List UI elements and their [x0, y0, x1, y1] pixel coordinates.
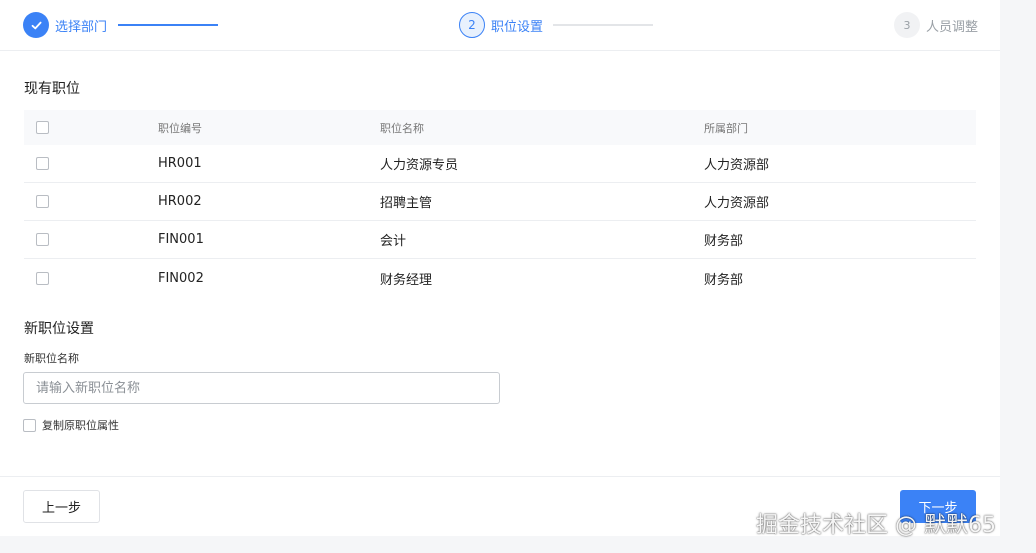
table-row: HR002 招聘主管 人力资源部 [24, 183, 976, 221]
step-connector [118, 24, 218, 26]
row-select-cell [36, 259, 49, 297]
check-icon [23, 12, 49, 38]
row-checkbox[interactable] [36, 157, 49, 170]
step-staff-adjustment: 3 人员调整 [894, 12, 978, 38]
select-all-cell [36, 110, 49, 145]
select-all-checkbox[interactable] [36, 121, 49, 134]
position-name: 财务经理 [380, 272, 433, 288]
step-number: 2 [459, 12, 485, 38]
new-position-title: 新职位设置 [24, 321, 94, 337]
position-name: 人力资源专员 [380, 158, 459, 173]
existing-positions-title: 现有职位 [24, 81, 80, 97]
new-position-name-input[interactable] [23, 372, 500, 404]
position-department: 财务部 [704, 272, 744, 288]
step-label: 人员调整 [926, 19, 979, 35]
position-name: 招聘主管 [380, 196, 433, 211]
step-indicator: 选择部门 2 职位设置 3 人员调整 [0, 0, 1000, 51]
table-row: HR001 人力资源专员 人力资源部 [24, 145, 976, 183]
step-select-department: 选择部门 [23, 12, 107, 38]
copy-attributes-option[interactable]: 复制原职位属性 [23, 417, 119, 433]
row-checkbox[interactable] [36, 195, 49, 208]
position-code: FIN001 [158, 232, 204, 247]
step-connector [553, 24, 653, 26]
position-department: 人力资源部 [704, 158, 770, 173]
position-name: 会计 [380, 234, 407, 249]
row-select-cell [36, 183, 49, 220]
position-code: FIN002 [158, 270, 204, 286]
positions-table: 职位编号 职位名称 所属部门 HR001 人力资源专员 人力资源部 HR002 … [24, 110, 976, 297]
row-select-cell [36, 145, 49, 182]
column-header-department: 所属部门 [704, 121, 748, 135]
previous-step-button[interactable]: 上一步 [23, 490, 100, 523]
copy-attributes-label: 复制原职位属性 [42, 419, 119, 432]
wizard-footer: 上一步 下一步 [0, 476, 1000, 536]
table-row: FIN001 会计 财务部 [24, 221, 976, 259]
row-select-cell [36, 221, 49, 258]
next-step-button[interactable]: 下一步 [900, 490, 976, 523]
table-header: 职位编号 职位名称 所属部门 [24, 110, 976, 145]
step-label: 选择部门 [55, 19, 108, 35]
row-checkbox[interactable] [36, 271, 49, 285]
step-position-settings: 2 职位设置 [459, 12, 543, 38]
position-department: 人力资源部 [704, 196, 770, 211]
column-header-code: 职位编号 [158, 121, 202, 135]
step-number: 3 [894, 12, 920, 38]
copy-attributes-checkbox[interactable] [23, 418, 36, 432]
position-department: 财务部 [704, 234, 744, 249]
column-header-name: 职位名称 [380, 121, 424, 135]
table-row: FIN002 财务经理 财务部 [24, 259, 976, 297]
new-position-name-label: 新职位名称 [24, 352, 79, 365]
step-label: 职位设置 [491, 19, 544, 35]
row-checkbox[interactable] [36, 233, 49, 246]
wizard-panel: 选择部门 2 职位设置 3 人员调整 现有职位 职位编号 职位名称 所属部门 H… [0, 0, 1000, 536]
position-code: HR002 [158, 194, 202, 209]
position-code: HR001 [158, 156, 202, 171]
